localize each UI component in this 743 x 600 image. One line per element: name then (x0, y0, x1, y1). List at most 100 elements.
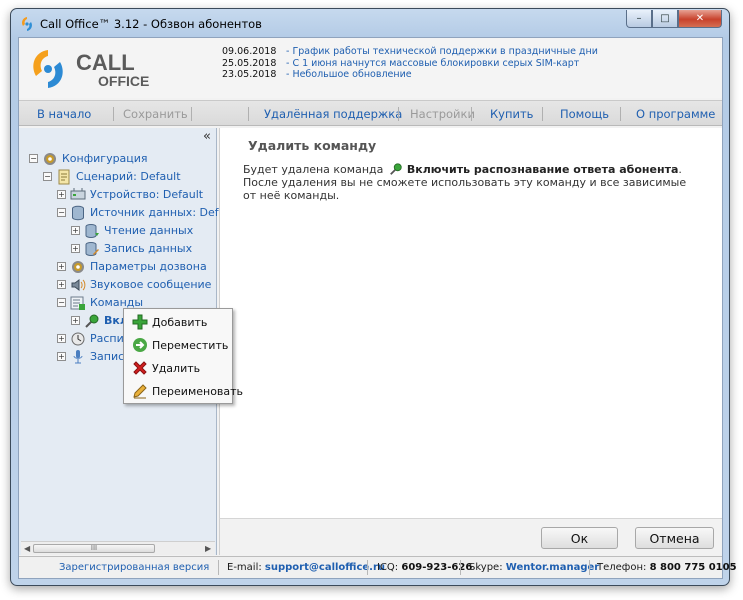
tree-item-scenario[interactable]: − Сценарий: Default (43, 168, 181, 185)
logo-text-call: CALL (76, 50, 135, 75)
news-link[interactable]: - С 1 июня начнутся массовые блокировки … (286, 58, 579, 70)
tree-item-label: Источник данных: Default (90, 206, 240, 219)
tree-item-device[interactable]: + Устройство: Default (57, 186, 203, 203)
add-icon (132, 314, 148, 330)
collapse-toggle-icon[interactable]: − (43, 172, 52, 181)
status-icq: ICQ: 609-923-626 (377, 562, 472, 573)
skype-link[interactable]: Wentor.manager (506, 562, 599, 573)
tree-item-dial-params[interactable]: + Параметры дозвона (57, 258, 207, 275)
toolbar-divider (113, 107, 114, 121)
speaker-icon (71, 278, 86, 291)
menu-item-delete[interactable]: Удалить (126, 357, 230, 379)
expand-toggle-icon[interactable]: + (71, 316, 80, 325)
main-content: Удалить команду Будет удалена команда Вк… (219, 128, 722, 518)
news-date: 09.06.2018 (222, 46, 277, 57)
expand-toggle-icon[interactable]: + (57, 280, 66, 289)
news-link[interactable]: - График работы технической поддержки в … (286, 46, 598, 58)
tree-item-configuration[interactable]: − Конфигурация (29, 150, 148, 167)
minimize-button[interactable]: – (626, 10, 652, 28)
call-office-logo: CALL OFFICE (26, 46, 176, 92)
delete-warning-text: Будет удалена команда Включить распознав… (243, 162, 698, 202)
skype-label: Skype: (469, 562, 503, 573)
logo-text-office: OFFICE (98, 73, 149, 89)
news-date: 23.05.2018 (222, 69, 277, 80)
home-link[interactable]: В начало (37, 107, 91, 121)
toolbar-divider (248, 107, 249, 121)
menu-item-move[interactable]: Переместить (126, 334, 230, 356)
app-logo-icon (22, 17, 32, 31)
tree-item-label: Конфигурация (62, 152, 148, 165)
email-label: E-mail: (227, 562, 262, 573)
title-bar: Call Office™ 3.12 - Обзвон абонентов – □… (11, 9, 729, 37)
cancel-button[interactable]: Отмена (635, 527, 714, 549)
menu-item-add[interactable]: Добавить (126, 311, 230, 333)
tree-item-label: Звуковое сообщение (90, 278, 212, 291)
buy-link[interactable]: Купить (490, 107, 533, 121)
phone-value: 8 800 775 0105 (649, 562, 737, 573)
about-link[interactable]: О программе (636, 107, 715, 121)
tree-item-data-source[interactable]: − Источник данных: Default (57, 204, 240, 221)
help-link[interactable]: Помощь (560, 107, 609, 121)
expand-toggle-icon[interactable]: + (57, 352, 66, 361)
device-icon (70, 187, 86, 199)
remote-support-link[interactable]: Удалённая поддержка (264, 107, 402, 121)
gear-icon (44, 152, 56, 165)
expand-toggle-icon[interactable]: + (57, 190, 66, 199)
maximize-button[interactable]: □ (652, 10, 678, 28)
toolbar-divider (398, 107, 399, 121)
tree-item-label: Устройство: Default (90, 188, 204, 201)
news-link[interactable]: - Небольшое обновление (286, 69, 412, 81)
status-phone: Телефон: 8 800 775 0105 (597, 562, 737, 573)
toolbar: В начало Сохранить Удалённая поддержка Н… (19, 100, 722, 126)
tree-item-label: Запись данных (104, 242, 193, 255)
command-name: Включить распознавание ответа абонента (406, 163, 679, 176)
icq-label: ICQ: (377, 562, 399, 573)
tree-item-label: Параметры дозвона (90, 260, 207, 273)
dialog-button-bar: Ок Отмена (219, 518, 722, 555)
status-bar: Зарегистрированная версия E-mail: suppor… (19, 556, 737, 578)
toolbar-divider (620, 107, 621, 121)
move-icon (133, 338, 147, 352)
collapse-toggle-icon[interactable]: − (57, 298, 66, 307)
close-button[interactable]: ✕ (678, 10, 722, 28)
news-date: 25.05.2018 (222, 57, 277, 69)
menu-item-label: Удалить (152, 361, 201, 375)
collapse-toggle-icon[interactable]: − (29, 154, 38, 163)
ok-button[interactable]: Ок (541, 527, 618, 549)
delete-icon (133, 361, 147, 375)
microphone-command-icon (85, 314, 99, 328)
scroll-left-icon[interactable]: ◀ (24, 544, 30, 553)
news-item: 09.06.2018 - График работы технической п… (222, 46, 598, 58)
toolbar-divider (471, 107, 472, 121)
news-item: 23.05.2018 - Небольшое обновление (222, 69, 598, 81)
toolbar-divider (542, 107, 543, 121)
collapse-panel-button[interactable]: « (203, 129, 211, 144)
page-title: Удалить команду (248, 138, 377, 153)
status-divider (218, 560, 219, 575)
commands-icon (70, 296, 85, 310)
script-icon (58, 169, 70, 184)
gear-icon (72, 260, 84, 273)
expand-toggle-icon[interactable]: + (57, 262, 66, 271)
settings-link[interactable]: Настройки (410, 107, 475, 121)
database-icon (72, 205, 84, 220)
scroll-thumb[interactable]: III (33, 544, 155, 553)
status-skype: Skype: Wentor.manager (469, 562, 599, 573)
expand-toggle-icon[interactable]: + (71, 226, 80, 235)
collapse-toggle-icon[interactable]: − (57, 208, 66, 217)
expand-toggle-icon[interactable]: + (57, 334, 66, 343)
window-title: Call Office™ 3.12 - Обзвон абонентов (40, 17, 262, 31)
tree-item-data-write[interactable]: + Запись данных (71, 240, 192, 257)
news-list: 09.06.2018 - График работы технической п… (222, 46, 598, 81)
expand-toggle-icon[interactable]: + (71, 244, 80, 253)
save-button[interactable]: Сохранить (123, 107, 188, 121)
microphone-icon (73, 349, 83, 363)
tree-item-sound-message[interactable]: + Звуковое сообщение (57, 276, 211, 293)
context-menu: Добавить Переместить Удалить Переименова… (123, 308, 243, 404)
menu-item-label: Переименовать (152, 384, 244, 398)
horizontal-scrollbar[interactable]: ◀ III ▶ (21, 541, 215, 555)
scroll-right-icon[interactable]: ▶ (205, 544, 211, 553)
tree-item-data-read[interactable]: + Чтение данных (71, 222, 193, 239)
menu-item-rename[interactable]: Переименовать (126, 380, 243, 402)
database-read-icon (85, 223, 99, 238)
